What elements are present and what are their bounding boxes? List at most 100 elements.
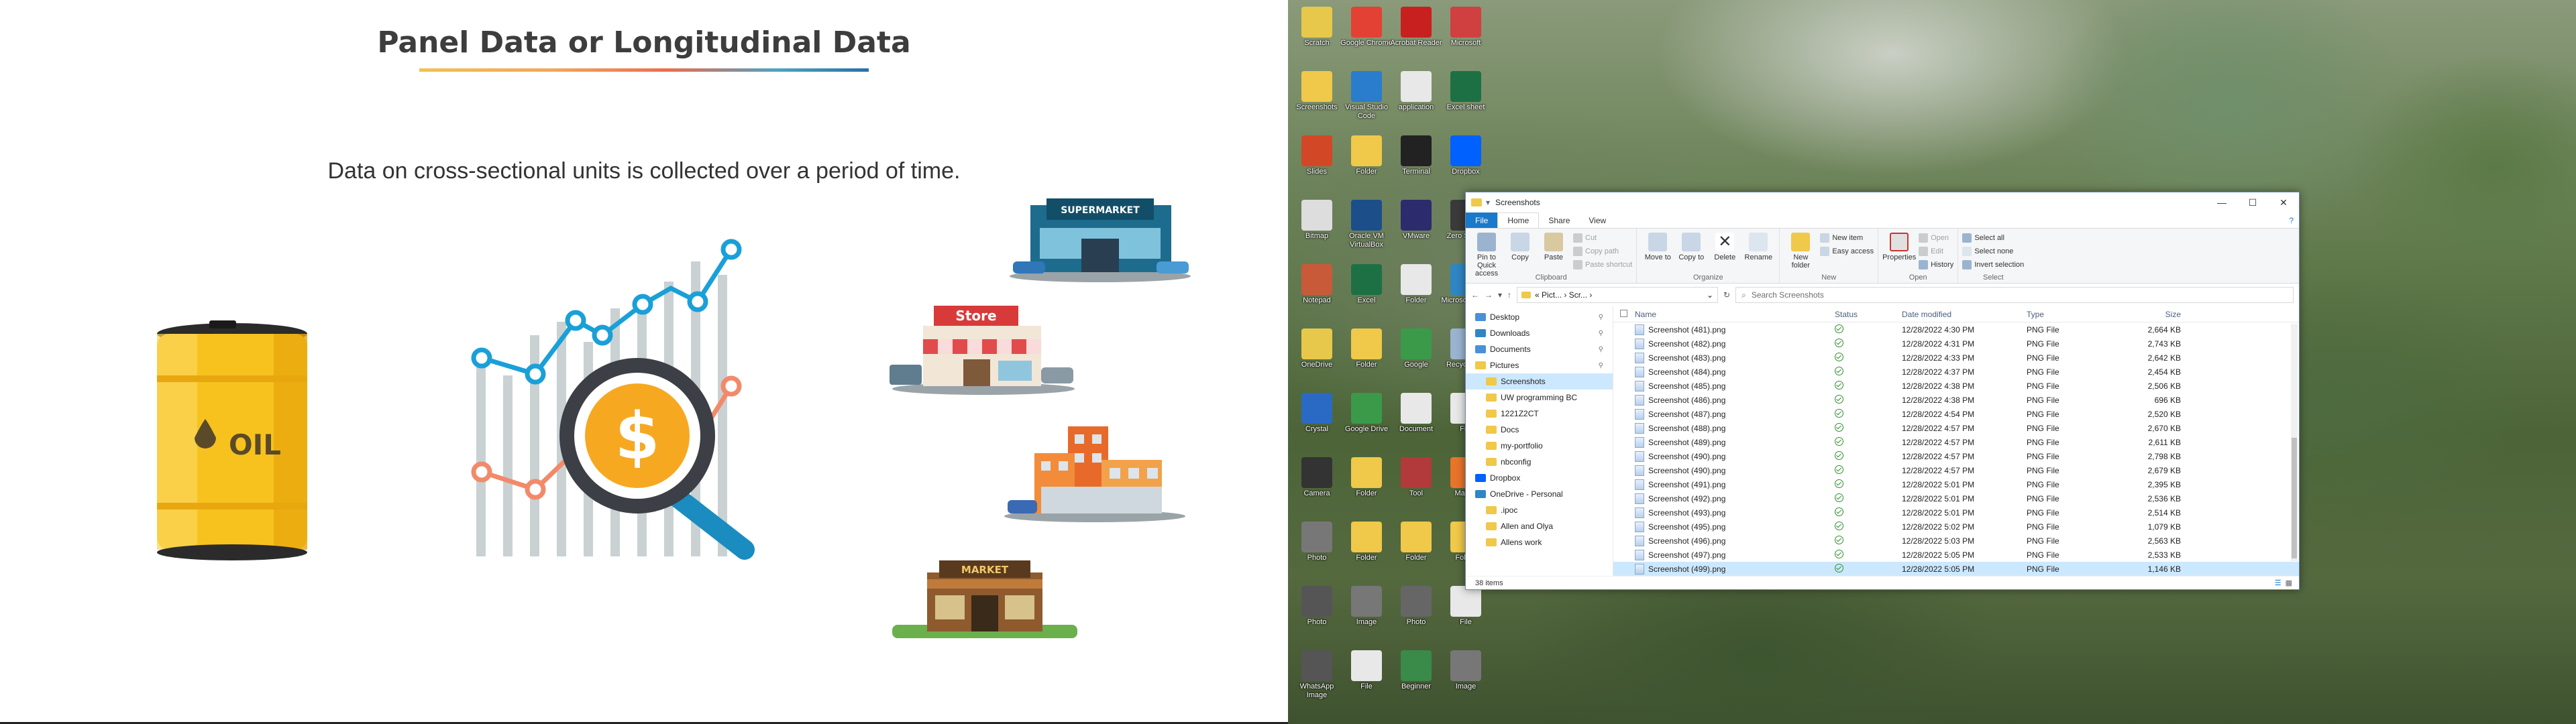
paste-button[interactable]: Paste	[1537, 231, 1570, 272]
desktop-icon[interactable]: File	[1440, 582, 1492, 646]
tab-share[interactable]: Share	[1539, 213, 1579, 228]
desktop-icon[interactable]: Oracle VM VirtualBox	[1340, 196, 1393, 260]
refresh-icon[interactable]: ↻	[1723, 290, 1730, 300]
desktop-icon[interactable]: Acrobat Reader	[1390, 3, 1442, 67]
desktop-icon[interactable]: Folder	[1390, 518, 1442, 582]
details-view-icon[interactable]: ☰	[2275, 579, 2282, 587]
file-row[interactable]: Screenshot (489).png 12/28/2022 4:57 PM PN…	[1613, 435, 2299, 449]
select-all-button[interactable]: Select all	[1962, 231, 2024, 245]
column-status[interactable]: Status	[1835, 310, 1902, 319]
recent-dropdown-icon[interactable]: ▾	[1498, 290, 1502, 300]
desktop-icon[interactable]: Dropbox	[1440, 131, 1492, 196]
easy-access-button[interactable]: Easy access	[1820, 245, 1874, 258]
select-all-checkbox[interactable]	[1613, 309, 1635, 319]
file-row[interactable]: Screenshot (487).png 12/28/2022 4:54 PM PN…	[1613, 407, 2299, 421]
desktop-icon[interactable]: Google Chrome	[1340, 3, 1393, 67]
help-icon[interactable]: ?	[2284, 213, 2299, 228]
invert-selection-button[interactable]: Invert selection	[1962, 258, 2024, 272]
desktop-icon[interactable]: Bitmap	[1291, 196, 1343, 260]
column-name[interactable]: Name	[1635, 310, 1835, 319]
quick-access-toolbar[interactable]: ▾	[1486, 198, 1490, 207]
desktop-icon[interactable]: Camera	[1291, 453, 1343, 518]
desktop-icon[interactable]: application	[1390, 67, 1442, 131]
properties-button[interactable]: Properties	[1882, 231, 1916, 272]
nav-item[interactable]: 1221Z2CT	[1466, 406, 1613, 422]
nav-item[interactable]: UW programming BC	[1466, 389, 1613, 406]
window-titlebar[interactable]: ▾ Screenshots — ☐ ✕	[1466, 192, 2299, 213]
up-arrow-icon[interactable]: ↑	[1507, 290, 1511, 300]
file-row[interactable]: Screenshot (490).png 12/28/2022 4:57 PM PN…	[1613, 449, 2299, 463]
tab-view[interactable]: View	[1579, 213, 1615, 228]
forward-arrow-icon[interactable]: →	[1485, 290, 1493, 300]
nav-item[interactable]: nbconfig	[1466, 454, 1613, 470]
nav-item[interactable]: Downloads ⚲	[1466, 325, 1613, 341]
column-date-modified[interactable]: Date modified	[1902, 310, 2027, 319]
desktop-icon[interactable]: VMware	[1390, 196, 1442, 260]
desktop-icon[interactable]: Excel sheet	[1440, 67, 1492, 131]
large-icons-view-icon[interactable]: ▦	[2286, 579, 2292, 587]
desktop-icon[interactable]: Notepad	[1291, 260, 1343, 324]
nav-item[interactable]: Allen and Olya	[1466, 518, 1613, 534]
file-row[interactable]: Screenshot (499).png 12/28/2022 5:05 PM PN…	[1613, 562, 2299, 576]
copy-to-button[interactable]: Copy to	[1674, 231, 1708, 272]
pin-quick-access-button[interactable]: Pin to Quick access	[1470, 231, 1503, 278]
nav-item[interactable]: OneDrive - Personal	[1466, 486, 1613, 502]
maximize-button[interactable]: ☐	[2237, 192, 2268, 213]
nav-item[interactable]: my-portfolio	[1466, 438, 1613, 454]
back-arrow-icon[interactable]: ←	[1471, 290, 1479, 300]
desktop-icon[interactable]: Photo	[1291, 518, 1343, 582]
desktop-icon[interactable]: WhatsApp Image	[1291, 646, 1343, 711]
scrollbar-thumb[interactable]	[2292, 438, 2297, 558]
desktop-icon[interactable]: Photo	[1390, 582, 1442, 646]
file-row[interactable]: Screenshot (486).png 12/28/2022 4:38 PM PN…	[1613, 393, 2299, 407]
nav-item[interactable]: Dropbox	[1466, 470, 1613, 486]
move-to-button[interactable]: Move to	[1641, 231, 1674, 272]
desktop-icon[interactable]: Excel	[1340, 260, 1393, 324]
nav-item[interactable]: Allens work	[1466, 534, 1613, 550]
new-item-button[interactable]: New item	[1820, 231, 1874, 245]
desktop-icon[interactable]: Google Drive	[1340, 389, 1393, 453]
desktop-icon[interactable]: Slides	[1291, 131, 1343, 196]
file-row[interactable]: Screenshot (492).png 12/28/2022 5:01 PM PN…	[1613, 491, 2299, 505]
minimize-button[interactable]: —	[2206, 192, 2237, 213]
paste-shortcut-button[interactable]: Paste shortcut	[1573, 258, 1632, 272]
desktop-icon[interactable]: Image	[1340, 582, 1393, 646]
nav-item[interactable]: Screenshots	[1466, 373, 1613, 389]
nav-item[interactable]: .ipoc	[1466, 502, 1613, 518]
vertical-scrollbar[interactable]	[2291, 324, 2298, 561]
file-row[interactable]: Screenshot (488).png 12/28/2022 4:57 PM PN…	[1613, 421, 2299, 435]
new-folder-button[interactable]: New folder	[1784, 231, 1817, 272]
nav-item[interactable]: Desktop ⚲	[1466, 309, 1613, 325]
select-none-button[interactable]: Select none	[1962, 245, 2024, 258]
desktop-icon[interactable]: Folder	[1390, 260, 1442, 324]
cut-button[interactable]: Cut	[1573, 231, 1632, 245]
desktop-icon[interactable]: Folder	[1340, 324, 1393, 389]
desktop-icon[interactable]: Tool	[1390, 453, 1442, 518]
tab-home[interactable]: Home	[1497, 213, 1540, 228]
file-row[interactable]: Screenshot (495).png 12/28/2022 5:02 PM PN…	[1613, 520, 2299, 534]
desktop-icon[interactable]: Visual Studio Code	[1340, 67, 1393, 131]
file-row[interactable]: Screenshot (482).png 12/28/2022 4:31 PM PN…	[1613, 337, 2299, 351]
search-box[interactable]: ⌕ Search Screenshots	[1735, 287, 2294, 303]
file-row[interactable]: Screenshot (484).png 12/28/2022 4:37 PM PN…	[1613, 365, 2299, 379]
close-button[interactable]: ✕	[2268, 192, 2299, 213]
desktop-icon[interactable]: Beginner	[1390, 646, 1442, 711]
nav-item[interactable]: Pictures ⚲	[1466, 357, 1613, 373]
file-row[interactable]: Screenshot (483).png 12/28/2022 4:33 PM PN…	[1613, 351, 2299, 365]
desktop-icon[interactable]: Microsoft	[1440, 3, 1492, 67]
address-bar[interactable]: « Pict... › Scr... › ⌄	[1517, 287, 1719, 303]
delete-button[interactable]: ✕ Delete	[1708, 231, 1741, 272]
copy-path-button[interactable]: Copy path	[1573, 245, 1632, 258]
desktop-icon[interactable]: Terminal	[1390, 131, 1442, 196]
nav-item[interactable]: Docs	[1466, 422, 1613, 438]
desktop-icon[interactable]: Crystal	[1291, 389, 1343, 453]
desktop-icon[interactable]: Photo	[1291, 582, 1343, 646]
desktop-icon[interactable]: OneDrive	[1291, 324, 1343, 389]
desktop-icon[interactable]: Folder	[1340, 518, 1393, 582]
file-row[interactable]: Screenshot (490).png 12/28/2022 4:57 PM PN…	[1613, 463, 2299, 477]
column-size[interactable]: Size	[2127, 310, 2181, 319]
desktop-icon[interactable]: Document	[1390, 389, 1442, 453]
file-row[interactable]: Screenshot (491).png 12/28/2022 5:01 PM PN…	[1613, 477, 2299, 491]
file-row[interactable]: Screenshot (496).png 12/28/2022 5:03 PM PN…	[1613, 534, 2299, 548]
desktop-icon[interactable]: Folder	[1340, 131, 1393, 196]
